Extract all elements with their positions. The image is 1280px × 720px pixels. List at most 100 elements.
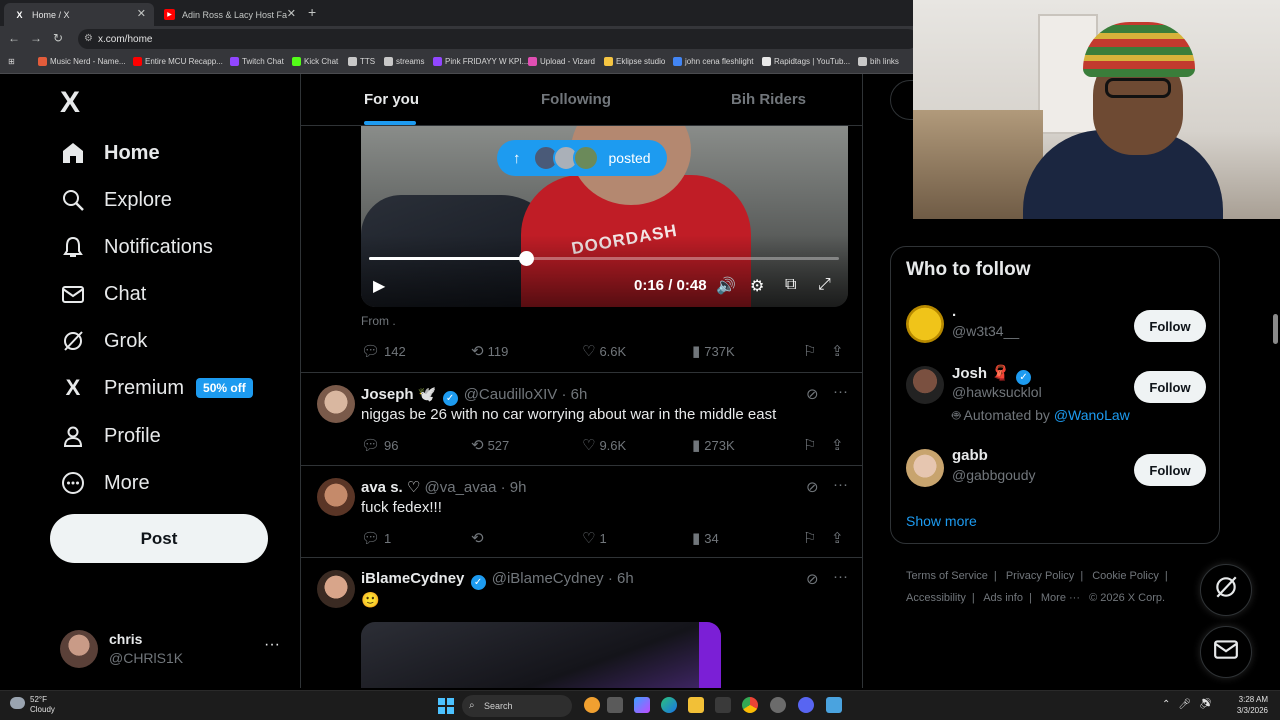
post-source[interactable]: From . bbox=[361, 314, 396, 328]
tab-home-x[interactable]: X Home / X ✕ bbox=[4, 3, 154, 26]
back-icon[interactable]: ← bbox=[8, 31, 20, 45]
store-icon[interactable] bbox=[715, 697, 731, 713]
footer-link-privacy[interactable]: Privacy Policy bbox=[1006, 570, 1074, 582]
bookmark-item[interactable]: Entire MCU Recapp... bbox=[133, 57, 223, 66]
author-name[interactable]: ava s. ♡ bbox=[361, 479, 420, 496]
clock[interactable]: 3:28 AM 3/3/2026 bbox=[1237, 694, 1268, 716]
messages-fab[interactable] bbox=[1200, 626, 1252, 678]
bookmark-item[interactable]: Kick Chat bbox=[292, 57, 338, 66]
bookmark-item[interactable]: Eklipse studio bbox=[604, 57, 665, 66]
footer-link-ads[interactable]: Ads info bbox=[983, 592, 1023, 604]
nav-more[interactable]: More bbox=[60, 463, 150, 503]
scrollbar-thumb[interactable] bbox=[1273, 314, 1278, 344]
bookmark-item[interactable]: john cena fleshlight bbox=[673, 57, 754, 66]
reply-button[interactable]: 💬︎ 96 bbox=[361, 436, 399, 454]
repost-button[interactable]: ⟲ bbox=[471, 529, 488, 547]
edge-icon[interactable] bbox=[661, 697, 677, 713]
tweet[interactable]: Joseph 🕊️ ✓ @CaudilloXIV · 6h niggas be … bbox=[301, 372, 862, 465]
bookmark-item[interactable]: TTS bbox=[348, 57, 375, 66]
follow-button[interactable]: Follow bbox=[1134, 310, 1206, 342]
grok-fab[interactable] bbox=[1200, 564, 1252, 616]
bookmark-item[interactable]: Music Nerd - Name... bbox=[38, 57, 126, 66]
nav-chat[interactable]: Chat bbox=[60, 274, 146, 314]
bookmark-item[interactable]: bih links bbox=[858, 57, 899, 66]
suggestion-handle[interactable]: @w3t34__ bbox=[952, 323, 1019, 339]
repost-button[interactable]: ⟲ 527 bbox=[471, 436, 509, 454]
site-info-icon[interactable]: ⚙ bbox=[84, 33, 93, 44]
notepad-icon[interactable] bbox=[826, 697, 842, 713]
taskbar-search[interactable]: ⌕ Search bbox=[462, 695, 572, 717]
share-button[interactable]: ⇪ bbox=[831, 529, 844, 547]
system-tray-icons[interactable]: ⌃🎤︎🔊︎ bbox=[1162, 699, 1220, 710]
suggestion-name[interactable]: gabb bbox=[952, 447, 988, 464]
tweet-media[interactable] bbox=[361, 622, 721, 688]
tab-youtube[interactable]: ▶ Adin Ross & Lacy Host Fat Cam ✕ bbox=[154, 3, 304, 26]
author-handle[interactable]: @iBlameCydney · 6h bbox=[492, 570, 634, 587]
nav-notifications[interactable]: Notifications bbox=[60, 227, 213, 267]
views-button[interactable]: ▮ 737K bbox=[692, 342, 735, 360]
views-button[interactable]: ▮ 34 bbox=[692, 529, 719, 547]
avatar[interactable] bbox=[906, 449, 944, 487]
suggestion-handle[interactable]: @hawksucklol bbox=[952, 384, 1042, 400]
task-view-icon[interactable] bbox=[607, 697, 623, 713]
author-handle[interactable]: @va_avaa · 9h bbox=[425, 479, 527, 496]
tweet[interactable]: ava s. ♡ @va_avaa · 9h fuck fedex!!! ⊘ ·… bbox=[301, 465, 862, 557]
suggestion-handle[interactable]: @gabbgoudy bbox=[952, 467, 1036, 483]
fullscreen-icon[interactable]: ⤢ bbox=[818, 276, 831, 294]
author-name[interactable]: iBlameCydney bbox=[361, 570, 464, 587]
more-options-icon[interactable]: ··· bbox=[264, 636, 280, 654]
share-button[interactable]: ⇪ bbox=[831, 342, 844, 360]
author-name[interactable]: Joseph 🕊️ bbox=[361, 386, 436, 403]
grok-icon[interactable]: ⊘ bbox=[806, 385, 819, 403]
bookmark-item[interactable]: Upload - Vizard bbox=[528, 57, 595, 66]
windows-start-icon[interactable] bbox=[438, 698, 454, 714]
avatar[interactable] bbox=[317, 570, 355, 608]
new-tab-icon[interactable]: + bbox=[308, 4, 316, 20]
more-options-icon[interactable]: ··· bbox=[833, 383, 848, 400]
nav-grok[interactable]: Grok bbox=[60, 321, 147, 361]
forward-icon[interactable]: → bbox=[30, 31, 42, 45]
bookmark-item[interactable]: Pink FRIDAYY W KPI... bbox=[433, 57, 528, 66]
weather-widget[interactable]: 52°F Cloudy bbox=[10, 695, 55, 715]
close-tab-icon[interactable]: ✕ bbox=[287, 7, 296, 20]
video-scrubber-handle[interactable] bbox=[518, 251, 534, 266]
more-options-icon[interactable]: ··· bbox=[833, 476, 848, 493]
automated-by-link[interactable]: @WanoLaw bbox=[1054, 407, 1130, 423]
author-handle[interactable]: @CaudilloXIV · 6h bbox=[464, 386, 588, 403]
reply-button[interactable]: 💬︎ 142 bbox=[361, 342, 406, 360]
share-button[interactable]: ⇪ bbox=[831, 436, 844, 454]
avatar[interactable] bbox=[317, 385, 355, 423]
repost-button[interactable]: ⟲ 119 bbox=[471, 342, 508, 360]
show-more-link[interactable]: Show more bbox=[906, 513, 977, 529]
copilot-icon[interactable] bbox=[634, 697, 650, 713]
like-button[interactable]: ♡ 9.6K bbox=[582, 436, 626, 454]
volume-icon[interactable]: 🔊 bbox=[716, 276, 736, 296]
nav-explore[interactable]: Explore bbox=[60, 180, 172, 220]
file-explorer-icon[interactable] bbox=[688, 697, 704, 713]
footer-link-terms[interactable]: Terms of Service bbox=[906, 570, 988, 582]
apps-icon[interactable]: ⊞ bbox=[8, 57, 15, 66]
suggestion-name[interactable]: . bbox=[952, 303, 956, 320]
suggestion-name-wrap[interactable]: Josh 🧣 ✓ bbox=[952, 364, 1033, 385]
play-icon[interactable]: ▶ bbox=[373, 276, 385, 296]
reply-button[interactable]: 💬︎ 1 bbox=[361, 529, 391, 547]
post-button[interactable]: Post bbox=[50, 514, 268, 563]
new-posts-pill[interactable]: ↑ posted bbox=[497, 140, 667, 176]
nav-profile[interactable]: Profile bbox=[60, 416, 161, 456]
bookmark-button[interactable]: ⚐ bbox=[803, 436, 816, 454]
tab-bih-riders[interactable]: Bih Riders bbox=[731, 91, 806, 108]
bookmark-item[interactable]: streams bbox=[384, 57, 424, 66]
tab-for-you[interactable]: For you bbox=[364, 91, 419, 108]
tab-following[interactable]: Following bbox=[541, 91, 611, 108]
follow-suggestion[interactable]: gabb @gabbgoudy Follow bbox=[906, 445, 1206, 495]
nav-home[interactable]: Home bbox=[60, 133, 160, 173]
grok-icon[interactable]: ⊘ bbox=[806, 478, 819, 496]
bookmark-button[interactable]: ⚐ bbox=[803, 529, 816, 547]
footer-link-accessibility[interactable]: Accessibility bbox=[906, 592, 966, 604]
bookmark-item[interactable]: Twitch Chat bbox=[230, 57, 284, 66]
picture-in-picture-icon[interactable]: ⧉ bbox=[785, 276, 796, 294]
settings-gear-icon[interactable]: ⚙ bbox=[750, 276, 764, 296]
video-progress-bar[interactable] bbox=[369, 251, 839, 266]
tweet[interactable]: iBlameCydney ✓ @iBlameCydney · 6h 🙂 ⊘ ··… bbox=[301, 557, 862, 688]
bookmark-button[interactable]: ⚐ bbox=[803, 342, 816, 360]
